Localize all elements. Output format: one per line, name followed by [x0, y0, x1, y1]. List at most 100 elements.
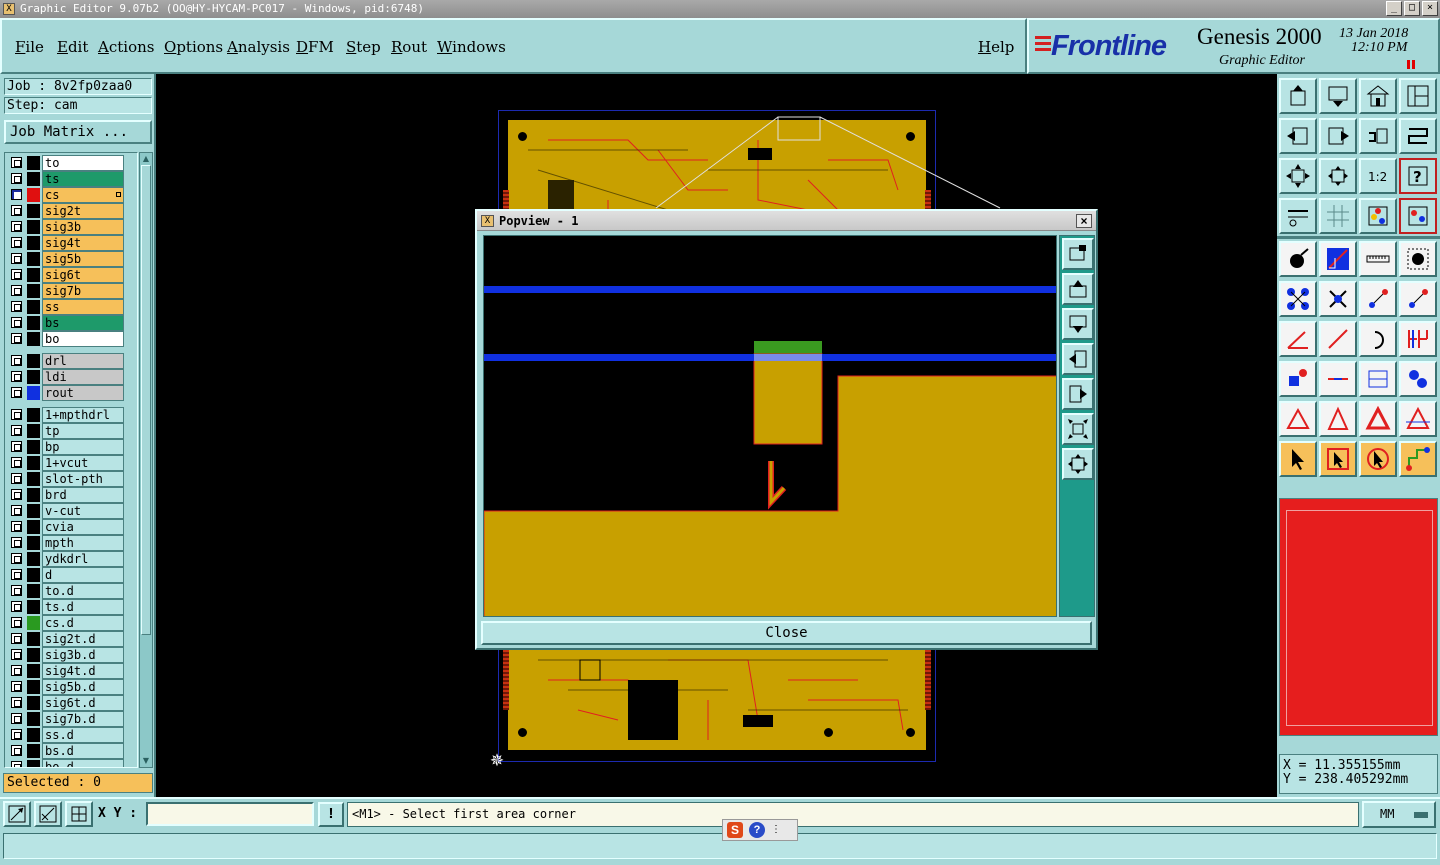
layer-checkbox[interactable] [11, 665, 22, 676]
layer-checkbox[interactable] [11, 713, 22, 724]
add-triangle-button[interactable] [1279, 401, 1317, 437]
contour-button[interactable] [1399, 401, 1437, 437]
layer-row-ydkdrl[interactable]: ydkdrl [7, 551, 137, 567]
layer-row-sig5b[interactable]: sig5b [7, 251, 137, 267]
layer-checkbox[interactable] [11, 745, 22, 756]
units-select[interactable]: MM [1362, 801, 1436, 828]
layer-row-sig4t[interactable]: sig4t [7, 235, 137, 251]
layer-color-swatch[interactable] [27, 520, 40, 534]
layer-checkbox[interactable] [11, 521, 22, 532]
layer-checkbox[interactable] [11, 253, 22, 264]
layer-color-swatch[interactable] [27, 760, 40, 767]
layer-checkbox[interactable] [11, 601, 22, 612]
layer-name[interactable]: sig5b [42, 251, 124, 267]
layer-checkbox[interactable] [11, 633, 22, 644]
layer-name[interactable]: v-cut [42, 503, 124, 519]
overview-window[interactable] [1279, 498, 1438, 736]
layer-name[interactable]: sig3b.d [42, 647, 124, 663]
menu-rout[interactable]: Rout [391, 38, 427, 56]
layer-row-bs.d[interactable]: bs.d [7, 743, 137, 759]
minimize-button[interactable]: _ [1386, 1, 1402, 16]
layer-color-swatch[interactable] [27, 236, 40, 250]
layer-row-1+mpthdrl[interactable]: 1+mpthdrl [7, 407, 137, 423]
layer-name[interactable]: sig5b.d [42, 679, 124, 695]
layer-color-swatch[interactable] [27, 552, 40, 566]
layer-checkbox[interactable] [11, 317, 22, 328]
layer-row-tp[interactable]: tp [7, 423, 137, 439]
layer-color-swatch[interactable] [27, 600, 40, 614]
more-icon[interactable]: ⋮ [771, 825, 781, 835]
layer-row-v-cut[interactable]: v-cut [7, 503, 137, 519]
layer-name[interactable]: sig6t [42, 267, 124, 283]
delete-feature-button[interactable] [1319, 281, 1357, 317]
zoom-area-button[interactable] [3, 801, 31, 827]
layer-color-swatch[interactable] [27, 504, 40, 518]
layer-checkbox[interactable] [11, 649, 22, 660]
layer-checkbox[interactable] [11, 537, 22, 548]
layer-color-swatch[interactable] [27, 220, 40, 234]
scrollbar-thumb[interactable] [141, 165, 151, 635]
layer-name[interactable]: cvia [42, 519, 124, 535]
layer-color-swatch[interactable] [27, 680, 40, 694]
undo-view-button[interactable] [1359, 118, 1397, 154]
popview-pan-up-button[interactable] [1062, 273, 1094, 305]
layer-color-swatch[interactable] [27, 300, 40, 314]
sogou-ime-icon[interactable]: S [727, 822, 743, 838]
layer-checkbox[interactable] [11, 301, 22, 312]
overview-viewport[interactable] [1286, 510, 1433, 726]
layer-color-swatch[interactable] [27, 456, 40, 470]
zoom-fit-button[interactable] [1279, 158, 1317, 194]
layer-row-slot-pth[interactable]: slot-pth [7, 471, 137, 487]
layer-name[interactable]: ss [42, 299, 124, 315]
layer-name[interactable]: ss.d [42, 727, 124, 743]
angle-button[interactable] [1279, 321, 1317, 357]
layer-checkbox[interactable] [11, 157, 22, 168]
layer-row-brd[interactable]: brd [7, 487, 137, 503]
layer-color-swatch[interactable] [27, 472, 40, 486]
connect-nodes-button[interactable] [1279, 281, 1317, 317]
layer-name[interactable]: sig2t [42, 203, 124, 219]
layer-row-bo.d[interactable]: bo.d [7, 759, 137, 767]
menu-help[interactable]: Help [978, 38, 1014, 56]
layer-color-swatch[interactable] [27, 712, 40, 726]
menu-file[interactable]: File [15, 38, 44, 56]
help-icon[interactable]: ? [749, 822, 765, 838]
menu-options[interactable]: Options [164, 38, 223, 56]
measure-button[interactable] [1319, 241, 1357, 277]
layer-checkbox[interactable] [11, 333, 22, 344]
layer-color-swatch[interactable] [27, 424, 40, 438]
help-query-button[interactable]: ? [1399, 158, 1437, 194]
layer-color-swatch[interactable] [27, 284, 40, 298]
scroll-down-icon[interactable]: ▼ [141, 756, 151, 766]
layer-color-swatch[interactable] [27, 204, 40, 218]
layer-prev-button[interactable] [1279, 118, 1317, 154]
layer-name[interactable]: bs.d [42, 743, 124, 759]
layer-checkbox[interactable] [11, 457, 22, 468]
snap-grid-button[interactable] [65, 801, 93, 827]
layer-row-d[interactable]: d [7, 567, 137, 583]
dimension-button[interactable] [1359, 361, 1397, 397]
layer-name[interactable]: sig6t.d [42, 695, 124, 711]
layer-checkbox[interactable] [11, 425, 22, 436]
split-view-button[interactable] [1399, 78, 1437, 114]
snap-config-button[interactable] [1399, 198, 1437, 234]
layer-name[interactable]: ts.d [42, 599, 124, 615]
ime-toolbar[interactable]: S ? ⋮ [722, 819, 798, 841]
layer-color-swatch[interactable] [27, 664, 40, 678]
layer-checkbox[interactable] [11, 617, 22, 628]
layer-checkbox[interactable] [11, 355, 22, 366]
ruler-button[interactable] [1359, 241, 1397, 277]
home-button[interactable] [1359, 78, 1397, 114]
layer-checkbox[interactable] [11, 729, 22, 740]
layer-row-ts.d[interactable]: ts.d [7, 599, 137, 615]
job-matrix-button[interactable]: Job Matrix ... [4, 120, 152, 144]
layer-row-mpth[interactable]: mpth [7, 535, 137, 551]
popview-pan-left-button[interactable] [1062, 343, 1094, 375]
pause-icon[interactable] [1407, 60, 1416, 69]
layer-checkbox[interactable] [11, 285, 22, 296]
menu-step[interactable]: Step [346, 38, 381, 56]
menu-analysis[interactable]: Analysis [227, 38, 290, 56]
layer-color-swatch[interactable] [27, 268, 40, 282]
layer-color-swatch[interactable] [27, 252, 40, 266]
layer-name[interactable]: 1+vcut [42, 455, 124, 471]
